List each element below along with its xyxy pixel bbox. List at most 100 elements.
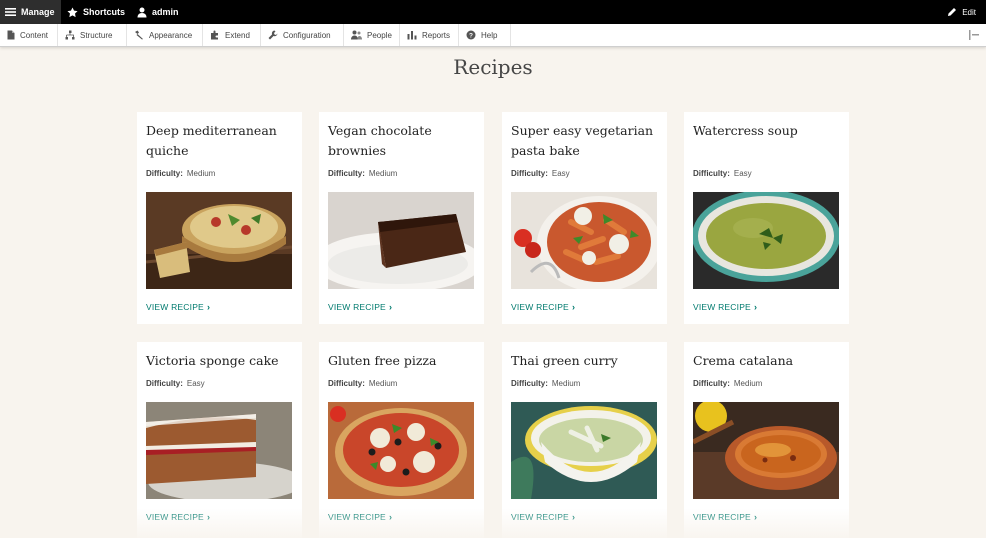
- difficulty-label: Difficulty:: [328, 379, 365, 388]
- menu-label: Reports: [422, 30, 451, 40]
- chevron-right-icon: ›: [206, 512, 211, 522]
- difficulty-value: Easy: [551, 169, 570, 178]
- recipe-title[interactable]: Watercress soup: [693, 121, 843, 141]
- recipe-image-curry[interactable]: [511, 402, 657, 499]
- recipe-image-pizza[interactable]: [328, 402, 474, 499]
- recipe-image-pasta[interactable]: [511, 192, 657, 289]
- difficulty-value: Medium: [368, 379, 398, 388]
- wrench-icon: [268, 30, 278, 40]
- link-label: VIEW RECIPE: [511, 302, 569, 312]
- star-icon: [67, 6, 78, 18]
- difficulty-value: Medium: [186, 169, 216, 178]
- difficulty-value: Medium: [733, 379, 763, 388]
- recipe-title[interactable]: Thai green curry: [511, 351, 661, 371]
- recipe-image-sponge-cake[interactable]: [146, 402, 292, 499]
- recipe-difficulty: Difficulty: Easy: [146, 379, 205, 388]
- manage-tab[interactable]: Manage: [0, 0, 61, 24]
- chevron-right-icon: ›: [206, 302, 211, 312]
- help-icon: ?: [466, 30, 476, 40]
- recipe-difficulty: Difficulty: Medium: [328, 379, 397, 388]
- view-recipe-link[interactable]: VIEW RECIPE ›: [328, 512, 392, 522]
- edit-label: Edit: [962, 7, 976, 17]
- recipe-image-brownies[interactable]: [328, 192, 474, 289]
- recipe-card: Thai green curry Difficulty: Medium VIEW …: [502, 342, 667, 538]
- recipe-difficulty: Difficulty: Medium: [511, 379, 580, 388]
- menu-item-people[interactable]: People: [344, 24, 400, 46]
- recipe-title[interactable]: Deep mediterranean quiche: [146, 121, 296, 161]
- recipe-title[interactable]: Gluten free pizza: [328, 351, 478, 371]
- user-tab[interactable]: admin: [137, 0, 179, 24]
- menu-item-configuration[interactable]: Configuration: [261, 24, 344, 46]
- content-icon: [7, 30, 15, 40]
- menu-item-help[interactable]: ? Help: [459, 24, 511, 46]
- recipe-card: Crema catalana Difficulty: Medium VIEW RE…: [684, 342, 849, 538]
- link-label: VIEW RECIPE: [693, 302, 751, 312]
- recipe-card: Watercress soup Difficulty: Easy VIEW REC…: [684, 112, 849, 324]
- bar-chart-icon: [407, 30, 417, 40]
- appearance-icon: [134, 30, 144, 40]
- difficulty-value: Medium: [551, 379, 581, 388]
- view-recipe-link[interactable]: VIEW RECIPE ›: [328, 302, 392, 312]
- pencil-icon: [947, 7, 957, 17]
- edit-button[interactable]: Edit: [947, 0, 976, 24]
- recipe-card: Gluten free pizza Difficulty: Medium VIEW…: [319, 342, 484, 538]
- menu-item-content[interactable]: Content: [0, 24, 58, 46]
- recipe-image-quiche[interactable]: [146, 192, 292, 289]
- page-title: Recipes: [453, 55, 533, 79]
- link-label: VIEW RECIPE: [511, 512, 569, 522]
- link-label: VIEW RECIPE: [146, 302, 204, 312]
- recipe-card: Vegan chocolate brownies Difficulty: Medi…: [319, 112, 484, 324]
- difficulty-label: Difficulty:: [146, 169, 183, 178]
- menu-item-appearance[interactable]: Appearance: [127, 24, 203, 46]
- user-icon: [137, 7, 147, 18]
- recipe-difficulty: Difficulty: Medium: [146, 169, 215, 178]
- admin-toolbar: Manage Shortcuts admin Edit: [0, 0, 986, 24]
- difficulty-label: Difficulty:: [511, 169, 548, 178]
- recipe-card: Deep mediterranean quiche Difficulty: Med…: [137, 112, 302, 324]
- recipe-title[interactable]: Super easy vegetarian pasta bake: [511, 121, 661, 161]
- view-recipe-link[interactable]: VIEW RECIPE ›: [146, 302, 210, 312]
- people-icon: [351, 30, 362, 40]
- difficulty-label: Difficulty:: [511, 379, 548, 388]
- recipe-card: Super easy vegetarian pasta bake Difficu…: [502, 112, 667, 324]
- menu-label: Help: [481, 30, 498, 40]
- chevron-right-icon: ›: [571, 512, 576, 522]
- hamburger-icon: [5, 7, 16, 17]
- menu-item-extend[interactable]: Extend: [203, 24, 261, 46]
- difficulty-value: Easy: [733, 169, 752, 178]
- menu-item-reports[interactable]: Reports: [400, 24, 459, 46]
- difficulty-label: Difficulty:: [693, 379, 730, 388]
- recipe-image-crema-catalana[interactable]: [693, 402, 839, 499]
- svg-text:?: ?: [469, 32, 473, 39]
- menu-label: Appearance: [149, 30, 193, 40]
- link-label: VIEW RECIPE: [146, 512, 204, 522]
- recipe-difficulty: Difficulty: Medium: [328, 169, 397, 178]
- chevron-right-icon: ›: [388, 512, 393, 522]
- manage-label: Manage: [21, 7, 55, 17]
- difficulty-label: Difficulty:: [328, 169, 365, 178]
- recipe-title[interactable]: Victoria sponge cake: [146, 351, 296, 371]
- chevron-right-icon: ›: [388, 302, 393, 312]
- recipe-title[interactable]: Crema catalana: [693, 351, 843, 371]
- recipe-image-soup[interactable]: [693, 192, 839, 289]
- view-recipe-link[interactable]: VIEW RECIPE ›: [146, 512, 210, 522]
- toolbar-orientation-toggle[interactable]: [968, 29, 980, 41]
- menu-item-structure[interactable]: Structure: [58, 24, 127, 46]
- chevron-right-icon: ›: [571, 302, 576, 312]
- difficulty-label: Difficulty:: [146, 379, 183, 388]
- recipe-difficulty: Difficulty: Easy: [693, 169, 752, 178]
- admin-menu: Content Structure Appearance Extend Conf…: [0, 24, 986, 47]
- view-recipe-link[interactable]: VIEW RECIPE ›: [511, 512, 575, 522]
- extend-icon: [210, 30, 220, 40]
- user-label: admin: [152, 7, 179, 17]
- recipe-card: Victoria sponge cake Difficulty: Easy VIE…: [137, 342, 302, 538]
- view-recipe-link[interactable]: VIEW RECIPE ›: [693, 512, 757, 522]
- chevron-right-icon: ›: [753, 302, 758, 312]
- view-recipe-link[interactable]: VIEW RECIPE ›: [693, 302, 757, 312]
- menu-label: Content: [20, 30, 49, 40]
- recipe-title[interactable]: Vegan chocolate brownies: [328, 121, 478, 161]
- view-recipe-link[interactable]: VIEW RECIPE ›: [511, 302, 575, 312]
- difficulty-value: Easy: [186, 379, 205, 388]
- difficulty-label: Difficulty:: [693, 169, 730, 178]
- shortcuts-tab[interactable]: Shortcuts: [67, 0, 125, 24]
